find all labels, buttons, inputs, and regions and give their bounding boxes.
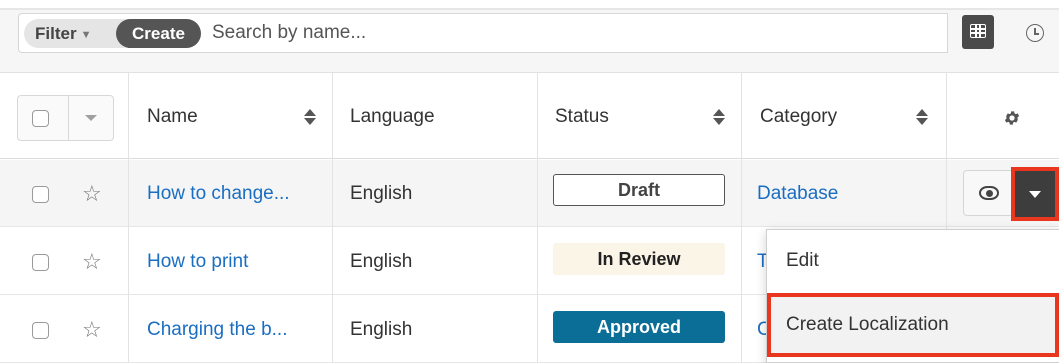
record-name-link[interactable]: How to change... [147,183,290,205]
record-name-link[interactable]: Charging the b... [147,319,287,341]
category-link[interactable]: Database [757,183,838,205]
filter-label: Filter [35,24,77,43]
gear-icon[interactable] [1003,109,1021,127]
column-header-name[interactable]: Name [147,106,198,128]
sort-icon[interactable] [713,109,725,125]
column-divider [332,73,333,363]
star-icon[interactable]: ☆ [82,319,102,341]
column-divider [128,73,129,363]
select-all-checkbox[interactable] [32,110,49,127]
actions-dropdown-button[interactable] [1015,171,1055,217]
caret-down-icon [1029,191,1041,198]
menu-item-edit[interactable]: Edit [786,250,819,272]
column-divider [537,73,538,363]
record-name-link[interactable]: How to print [147,251,248,273]
chevron-down-icon[interactable] [85,115,97,121]
column-header-status[interactable]: Status [555,106,609,128]
search-input[interactable] [210,17,930,49]
eye-icon [979,186,999,200]
status-badge: Draft [553,174,725,206]
star-icon[interactable]: ☆ [82,251,102,273]
row-checkbox[interactable] [32,186,49,203]
preview-button[interactable] [963,170,1013,216]
sort-icon[interactable] [916,109,928,125]
list-view-icon [970,24,986,38]
language-cell: English [350,251,413,272]
row-checkbox[interactable] [32,322,49,339]
column-divider [741,73,742,363]
star-icon[interactable]: ☆ [82,183,102,205]
column-header-category[interactable]: Category [760,106,837,128]
menu-item-create-localization[interactable]: Create Localization [786,314,949,336]
status-badge: In Review [553,243,725,275]
language-cell: English [350,319,413,340]
chevron-down-icon: ▼ [80,29,92,41]
clock-icon[interactable] [1026,24,1044,42]
status-badge: Approved [553,311,725,343]
column-header-language[interactable]: Language [350,106,435,128]
create-button[interactable]: Create [116,19,201,48]
filter-button[interactable]: Filter ▼ [35,19,91,48]
language-cell: English [350,183,413,204]
sort-icon[interactable] [304,109,316,125]
row-checkbox[interactable] [32,254,49,271]
